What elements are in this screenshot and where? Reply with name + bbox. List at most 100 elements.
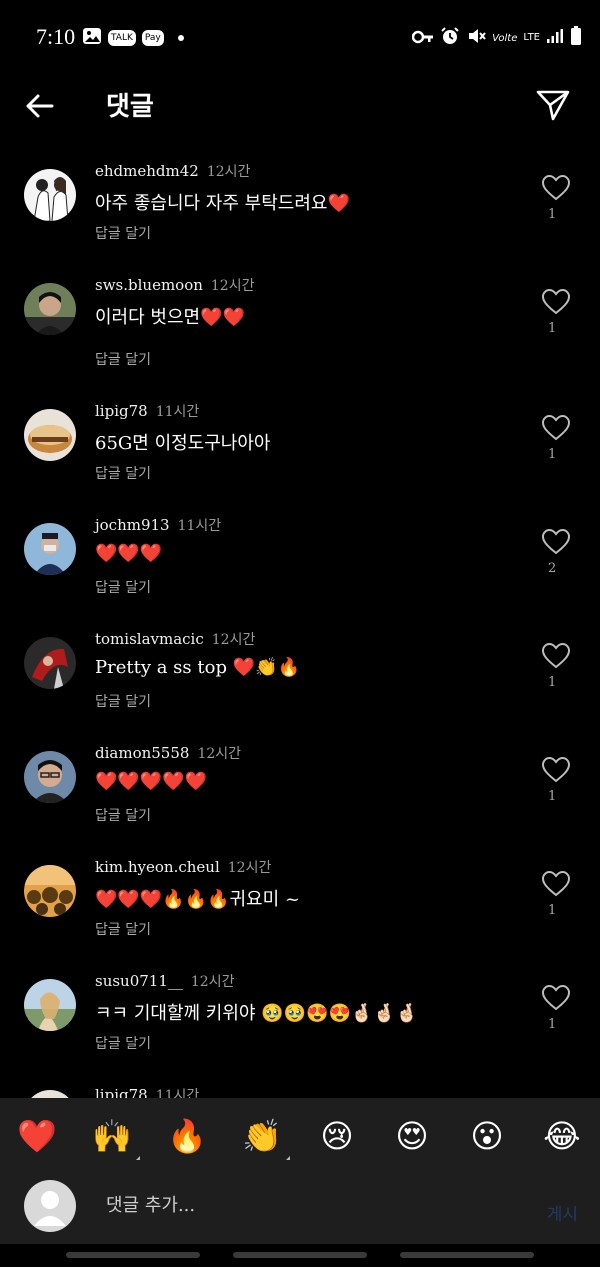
comment-composer: 게시 bbox=[0, 1160, 600, 1244]
comment-meta: jochm913 11시간 bbox=[95, 515, 221, 535]
comment-meta: susu0711__ 12시간 bbox=[95, 971, 234, 991]
back-arrow-icon bbox=[26, 94, 54, 118]
comment-meta: kim.hyeon.cheul 12시간 bbox=[95, 857, 271, 877]
like-button[interactable] bbox=[541, 642, 571, 669]
comment-time: 12시간 bbox=[206, 164, 251, 180]
comment-time: 12시간 bbox=[210, 278, 255, 294]
comment-meta: diamon5558 12시간 bbox=[95, 743, 241, 763]
crying-emoji-button[interactable]: 😢 bbox=[315, 1114, 359, 1158]
comment-time: 12시간 bbox=[190, 974, 235, 990]
gallery-icon bbox=[82, 27, 102, 49]
like-button[interactable] bbox=[541, 756, 571, 783]
comment-item: diamon5558 12시간 ❤️❤️❤️❤️❤️ 답글 달기 1 bbox=[0, 737, 600, 837]
header: 댓글 bbox=[0, 76, 600, 136]
clap-emoji: 👏 bbox=[242, 1117, 282, 1155]
like-button[interactable] bbox=[541, 870, 571, 897]
comment-username[interactable]: kim.hyeon.cheul bbox=[95, 858, 220, 876]
comment-item: ehdmehdm42 12시간 아주 좋습니다 자주 부탁드려요❤️ 답글 달기 … bbox=[0, 155, 600, 255]
like-count: 1 bbox=[548, 675, 557, 690]
status-left-icons: TALK Pay bbox=[82, 27, 184, 49]
comment-meta: ehdmehdm42 12시간 bbox=[95, 161, 250, 181]
reply-button[interactable]: 답글 달기 bbox=[95, 805, 151, 825]
pay-icon: Pay bbox=[141, 30, 164, 46]
like-button[interactable] bbox=[541, 984, 571, 1011]
reply-button[interactable]: 답글 달기 bbox=[95, 463, 151, 483]
comment-item: jochm913 11시간 ❤️❤️❤️ 답글 달기 2 bbox=[0, 509, 600, 609]
reply-button[interactable]: 답글 달기 bbox=[95, 1033, 151, 1053]
comment-item: lipig78 11시간 65G면 이정도구나아아 답글 달기 1 bbox=[0, 395, 600, 495]
status-bar: 7:10 TALK Pay Volte LTE bbox=[0, 0, 600, 76]
heart-eyes-emoji-button[interactable]: 😍 bbox=[390, 1114, 434, 1158]
comment-text: ❤️❤️❤️🔥🔥🔥귀요미 ~ bbox=[95, 889, 300, 910]
comment-input[interactable] bbox=[106, 1188, 506, 1222]
paper-plane-icon bbox=[536, 90, 570, 121]
reply-button[interactable]: 답글 달기 bbox=[95, 577, 151, 597]
avatar[interactable] bbox=[24, 523, 76, 575]
battery-icon bbox=[570, 26, 582, 50]
recents-nav-button[interactable] bbox=[66, 1252, 200, 1258]
system-nav-bar bbox=[0, 1244, 600, 1267]
like-count: 2 bbox=[548, 561, 557, 576]
comment-meta: sws.bluemoon 12시간 bbox=[95, 275, 254, 295]
default-user-icon bbox=[34, 1191, 66, 1226]
status-time: 7:10 bbox=[36, 24, 76, 49]
comment-username[interactable]: jochm913 bbox=[95, 516, 170, 534]
avatar[interactable] bbox=[24, 637, 76, 689]
avatar[interactable] bbox=[24, 169, 76, 221]
my-avatar bbox=[24, 1180, 76, 1232]
avatar[interactable] bbox=[24, 409, 76, 461]
notification-dot-icon bbox=[177, 35, 184, 41]
partial-comment: lipig78 11시간 bbox=[0, 1080, 600, 1100]
clap-emoji-button[interactable]: 👏 bbox=[240, 1114, 290, 1162]
reply-button[interactable]: 답글 달기 bbox=[95, 919, 151, 939]
like-button[interactable] bbox=[541, 174, 571, 201]
like-count: 1 bbox=[548, 207, 557, 222]
talk-icon: TALK bbox=[108, 30, 136, 46]
fire-emoji-button[interactable]: 🔥 bbox=[165, 1114, 209, 1158]
heart-outline-icon bbox=[541, 528, 571, 555]
comment-time: 11시간 bbox=[155, 404, 200, 420]
comment-username[interactable]: tomislavmacic bbox=[95, 630, 204, 648]
avatar[interactable] bbox=[24, 751, 76, 803]
home-nav-button[interactable] bbox=[233, 1252, 367, 1258]
key-icon bbox=[411, 29, 434, 48]
reply-button[interactable]: 답글 달기 bbox=[95, 349, 151, 369]
comment-username[interactable]: ehdmehdm42 bbox=[95, 162, 199, 180]
post-button[interactable]: 게시 bbox=[547, 1200, 578, 1225]
share-button[interactable] bbox=[534, 86, 572, 124]
comment-username[interactable]: susu0711__ bbox=[95, 972, 183, 990]
back-nav-button[interactable] bbox=[400, 1252, 534, 1258]
avatar[interactable] bbox=[24, 865, 76, 917]
like-button[interactable] bbox=[541, 414, 571, 441]
comment-text: 65G면 이정도구나아아 bbox=[95, 433, 271, 454]
like-button[interactable] bbox=[541, 528, 571, 555]
comment-text: ㅋㅋ 기대할께 키위야 🥹🥹😍😍🤞🏻🤞🏻🤞🏻 bbox=[95, 1003, 419, 1024]
heart-outline-icon bbox=[541, 756, 571, 783]
comment-item: tomislavmacic 12시간 Pretty a ss top ❤️👏🔥 답… bbox=[0, 623, 600, 723]
comment-time: 12시간 bbox=[211, 632, 256, 648]
heart-emoji-button[interactable]: ❤️ bbox=[15, 1114, 59, 1158]
comment-meta: lipig78 11시간 bbox=[95, 401, 199, 421]
comment-text: ❤️❤️❤️ bbox=[95, 543, 163, 564]
comment-username[interactable]: lipig78 bbox=[95, 402, 148, 420]
reply-button[interactable]: 답글 달기 bbox=[95, 691, 151, 711]
page-title: 댓글 bbox=[106, 92, 154, 122]
avatar[interactable] bbox=[24, 979, 76, 1031]
heart-outline-icon bbox=[541, 984, 571, 1011]
comment-username[interactable]: diamon5558 bbox=[95, 744, 189, 762]
tears-of-joy-emoji-button[interactable]: 😂 bbox=[540, 1114, 584, 1158]
like-button[interactable] bbox=[541, 288, 571, 315]
back-button[interactable] bbox=[22, 88, 58, 124]
lte-icon: LTE bbox=[523, 32, 540, 43]
like-count: 1 bbox=[548, 903, 557, 918]
avatar[interactable] bbox=[24, 283, 76, 335]
comment-item: kim.hyeon.cheul 12시간 ❤️❤️❤️🔥🔥🔥귀요미 ~ 답글 달기… bbox=[0, 851, 600, 951]
reply-button[interactable]: 답글 달기 bbox=[95, 223, 151, 243]
comment-username[interactable]: sws.bluemoon bbox=[95, 276, 203, 294]
like-count: 1 bbox=[548, 447, 557, 462]
raised-hands-emoji-button[interactable]: 🙌 bbox=[90, 1114, 140, 1162]
status-right-icons: Volte LTE bbox=[411, 26, 582, 50]
heart-outline-icon bbox=[541, 870, 571, 897]
comment-time: 11시간 bbox=[177, 518, 222, 534]
surprised-emoji-button[interactable]: 😮 bbox=[465, 1114, 509, 1158]
